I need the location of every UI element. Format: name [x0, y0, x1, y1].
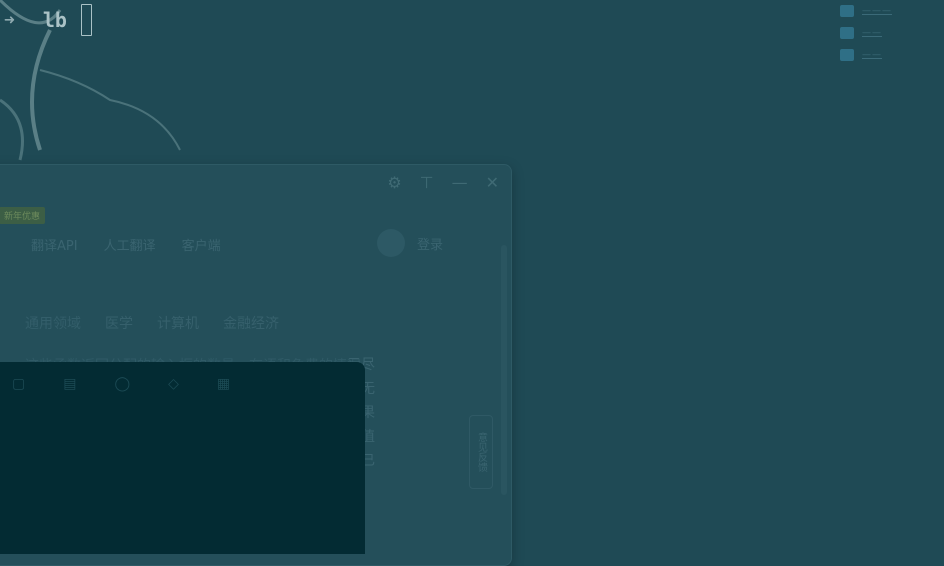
minimize-button[interactable]: — — [452, 173, 468, 192]
close-button[interactable]: ✕ — [486, 173, 499, 192]
tab-medical[interactable]: 医学 — [105, 313, 133, 333]
nav-translate-api[interactable]: 翻译API — [31, 235, 78, 254]
promo-badge: 新年优惠 — [0, 207, 46, 224]
terminal-prompt: ➜ lb — [0, 4, 92, 36]
folder-icon — [840, 5, 854, 17]
top-nav: 翻译API 人工翻译 客户端 — [31, 235, 221, 254]
folder-icon — [840, 27, 854, 39]
login-link[interactable]: 登录 — [417, 234, 443, 253]
nav-human-translation[interactable]: 人工翻译 — [104, 235, 156, 254]
toolbar-icon-5[interactable]: ▦ — [217, 376, 230, 392]
avatar — [376, 229, 405, 257]
toolbar-icon-2[interactable]: ▤ — [63, 376, 76, 392]
terminal-cursor — [80, 4, 92, 36]
toolbar-icon-3[interactable]: ◯ — [114, 376, 130, 392]
toolbar-icon-1[interactable]: ▢ — [12, 376, 25, 392]
pin-icon[interactable]: ⊤ — [420, 173, 434, 192]
desktop-folder-2[interactable]: —— — [840, 22, 940, 44]
window-controls: ⚙ ⊤ — ✕ — [387, 173, 499, 192]
login-area[interactable]: 登录 — [376, 229, 443, 257]
prompt-arrow-icon: ➜ — [4, 9, 15, 31]
tab-computer[interactable]: 计算机 — [157, 313, 199, 333]
desktop-folder-label: —— — [862, 50, 882, 60]
terminal-input-text[interactable]: lb — [43, 8, 67, 32]
settings-icon[interactable]: ⚙ — [387, 173, 401, 192]
desktop-folder-3[interactable]: —— — [840, 44, 940, 66]
desktop-folder-label: ——— — [862, 6, 892, 16]
desktop-folder-1[interactable]: ——— — [840, 0, 940, 22]
feedback-tab[interactable]: 意见反馈 — [469, 415, 493, 489]
toolbar-icon-4[interactable]: ◇ — [168, 376, 179, 392]
tab-general[interactable]: 通用领域 — [25, 313, 81, 333]
nav-client[interactable]: 客户端 — [182, 235, 221, 254]
domain-tabs: 通用领域 医学 计算机 金融经济 — [25, 313, 279, 333]
panel-toolbar: ▢ ▤ ◯ ◇ ▦ — [12, 376, 230, 392]
desktop-folder-label: —— — [862, 28, 882, 38]
folder-icon — [840, 49, 854, 61]
desktop-icons: ——— —— —— — [840, 0, 940, 66]
scrollbar[interactable] — [501, 245, 507, 495]
tab-finance[interactable]: 金融经济 — [223, 313, 279, 333]
overlay-panel: ▢ ▤ ◯ ◇ ▦ — [0, 362, 365, 554]
